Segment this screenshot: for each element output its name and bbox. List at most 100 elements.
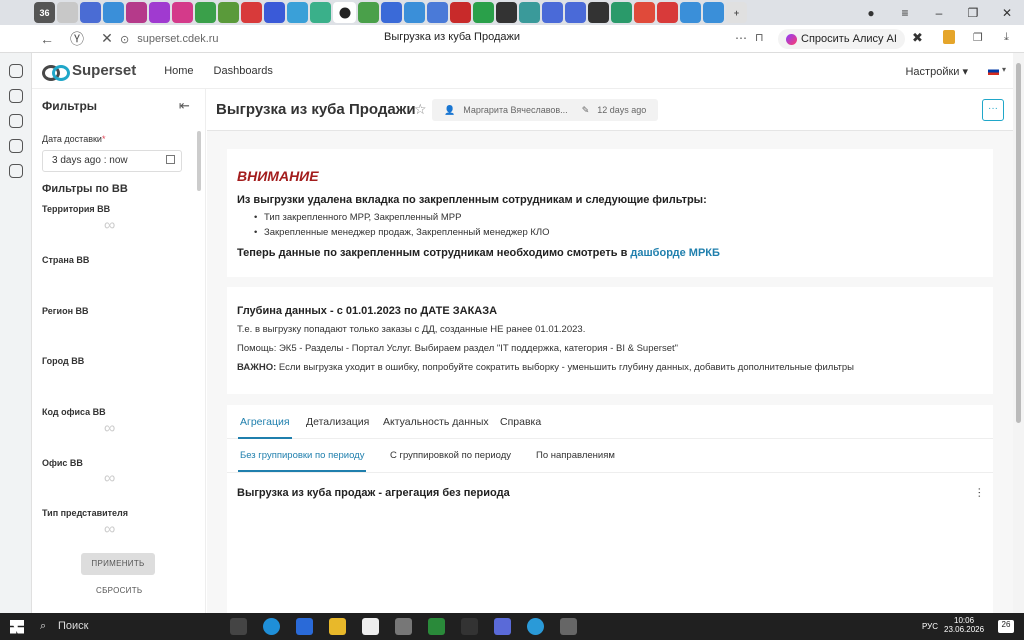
tab-count-icon[interactable]: 36 bbox=[34, 2, 55, 23]
chart-menu-icon[interactable]: ⋯ bbox=[973, 487, 986, 498]
settings-menu[interactable]: Настройки ▾ bbox=[905, 65, 968, 78]
collections-icon[interactable] bbox=[943, 30, 955, 44]
extension-icon[interactable]: ✖ bbox=[912, 30, 923, 46]
tab-favicon[interactable] bbox=[358, 2, 379, 23]
stop-icon[interactable]: ✕ bbox=[92, 30, 122, 47]
tab-freshness[interactable]: Актуальность данных bbox=[383, 416, 489, 428]
taskbar-clock[interactable]: 10:06 23.06.2026 bbox=[944, 616, 984, 634]
language-caret[interactable]: ▾ bbox=[1002, 65, 1006, 74]
close-icon[interactable]: ✕ bbox=[990, 6, 1024, 20]
tab-favicon[interactable] bbox=[287, 2, 308, 23]
taskbar-search[interactable]: ⌕ Поиск bbox=[38, 617, 218, 636]
date-range-value: 3 days ago : now bbox=[52, 155, 128, 166]
date-range-input[interactable]: 3 days ago : now bbox=[42, 150, 182, 172]
subtab-no-grouping[interactable]: Без группировки по периоду bbox=[237, 450, 367, 472]
sidebar-app-icon[interactable] bbox=[9, 89, 23, 103]
language-flag-icon[interactable] bbox=[988, 67, 999, 75]
tab-favicon[interactable] bbox=[103, 2, 124, 23]
tab-favicon[interactable] bbox=[172, 2, 193, 23]
notice-intro: Из выгрузки удалена вкладка по закреплен… bbox=[237, 194, 707, 206]
subtab-grouping[interactable]: С группировкой по периоду bbox=[390, 450, 511, 461]
store-icon[interactable] bbox=[362, 618, 379, 635]
tab-detail[interactable]: Детализация bbox=[306, 416, 369, 428]
tab-favicon[interactable] bbox=[519, 2, 540, 23]
excel-icon[interactable] bbox=[428, 618, 445, 635]
profile-avatar-icon[interactable]: ● bbox=[854, 6, 888, 20]
edge-icon[interactable] bbox=[263, 618, 280, 635]
downloads-icon[interactable]: ⤓ bbox=[1004, 31, 1009, 44]
file-explorer-icon[interactable] bbox=[329, 618, 346, 635]
task-view-icon[interactable] bbox=[230, 618, 247, 635]
input-language[interactable]: РУС bbox=[922, 622, 938, 631]
tab-help[interactable]: Справка bbox=[500, 416, 541, 428]
history-icon[interactable] bbox=[9, 64, 23, 78]
tab-favicon[interactable] bbox=[404, 2, 425, 23]
clock-time: 10:06 bbox=[954, 616, 975, 625]
mrkb-dashboard-link[interactable]: дашборде МРКБ bbox=[630, 247, 720, 259]
tab-favicon[interactable] bbox=[195, 2, 216, 23]
page-scrollbar[interactable] bbox=[1013, 53, 1024, 613]
app-icon[interactable] bbox=[494, 618, 511, 635]
superset-logo[interactable]: Superset bbox=[42, 62, 136, 81]
sidebar-scrollbar[interactable] bbox=[197, 131, 201, 191]
tab-favicon[interactable] bbox=[657, 2, 678, 23]
tab-favicon[interactable] bbox=[634, 2, 655, 23]
subtab-directions[interactable]: По направлениям bbox=[536, 450, 615, 461]
app-icon[interactable] bbox=[461, 618, 478, 635]
sidebar-app-icon[interactable] bbox=[9, 114, 23, 128]
telegram-icon[interactable] bbox=[527, 618, 544, 635]
notification-badge[interactable]: 26 bbox=[998, 620, 1014, 633]
tab-aggregation[interactable]: Агрегация bbox=[238, 416, 292, 439]
dashboard-actions-icon[interactable]: ··· bbox=[982, 99, 1004, 121]
tabs-icon[interactable]: ❐ bbox=[973, 31, 983, 44]
nav-home[interactable]: Home bbox=[164, 65, 193, 77]
tab-favicon[interactable] bbox=[264, 2, 285, 23]
apply-filters-button[interactable]: ПРИМЕНИТЬ bbox=[81, 553, 155, 575]
sidebar-app-icon[interactable] bbox=[9, 139, 23, 153]
reset-filters-button[interactable]: СБРОСИТЬ bbox=[96, 586, 142, 595]
tab-favicon[interactable] bbox=[80, 2, 101, 23]
tab-favicon[interactable] bbox=[310, 2, 331, 23]
tab-favicon[interactable] bbox=[542, 2, 563, 23]
tab-favicon[interactable] bbox=[565, 2, 586, 23]
yandex-icon[interactable]: Ⓨ bbox=[62, 29, 92, 49]
tab-favicon[interactable] bbox=[450, 2, 471, 23]
favorite-star-icon[interactable]: ☆ bbox=[414, 101, 427, 118]
filter-label: Офис ВВ bbox=[42, 458, 83, 468]
tab-favicon[interactable] bbox=[126, 2, 147, 23]
active-tab-github-icon[interactable] bbox=[333, 2, 356, 23]
tab-favicon[interactable] bbox=[241, 2, 262, 23]
main-tabs: Агрегация Детализация Актуальность данны… bbox=[227, 405, 993, 439]
alice-button[interactable]: Спросить Алису AI bbox=[778, 29, 905, 49]
outlook-icon[interactable] bbox=[296, 618, 313, 635]
site-info-icon[interactable]: ⊙ bbox=[120, 33, 129, 46]
app-icon[interactable] bbox=[560, 618, 577, 635]
tab-favicon[interactable] bbox=[611, 2, 632, 23]
tab-favicon[interactable] bbox=[680, 2, 701, 23]
tab-favicon[interactable] bbox=[703, 2, 724, 23]
tab-favicon[interactable] bbox=[381, 2, 402, 23]
nav-dashboards[interactable]: Dashboards bbox=[214, 65, 273, 77]
sidebar-app-icon[interactable] bbox=[9, 164, 23, 178]
tab-list-icon[interactable] bbox=[57, 2, 78, 23]
tab-favicon[interactable] bbox=[149, 2, 170, 23]
minimize-icon[interactable]: – bbox=[922, 6, 956, 20]
bookmark-icon[interactable]: ⊓ bbox=[755, 31, 764, 44]
tab-favicon[interactable] bbox=[588, 2, 609, 23]
tab-favicon[interactable] bbox=[473, 2, 494, 23]
back-icon[interactable]: ← bbox=[32, 31, 62, 47]
filter-label: Тип представителя bbox=[42, 508, 129, 518]
yandex-browser-icon[interactable] bbox=[395, 618, 412, 635]
tab-favicon[interactable] bbox=[427, 2, 448, 23]
tab-favicon[interactable] bbox=[496, 2, 517, 23]
maximize-icon[interactable]: ❐ bbox=[956, 6, 990, 20]
top-navigation: Superset Home Dashboards Настройки ▾ ▾ bbox=[32, 53, 1013, 89]
windows-start-icon[interactable] bbox=[10, 619, 24, 634]
more-icon[interactable]: ⋯ bbox=[735, 31, 747, 45]
depth-title: Глубина данных - с 01.01.2023 по ДАТЕ ЗА… bbox=[237, 305, 498, 317]
menu-icon[interactable]: ≡ bbox=[888, 6, 922, 20]
tab-favicon[interactable] bbox=[218, 2, 239, 23]
new-tab-icon[interactable]: + bbox=[726, 2, 747, 23]
scrollbar-thumb[interactable] bbox=[1016, 63, 1021, 423]
collapse-sidebar-icon[interactable]: ⇤ bbox=[179, 98, 190, 114]
